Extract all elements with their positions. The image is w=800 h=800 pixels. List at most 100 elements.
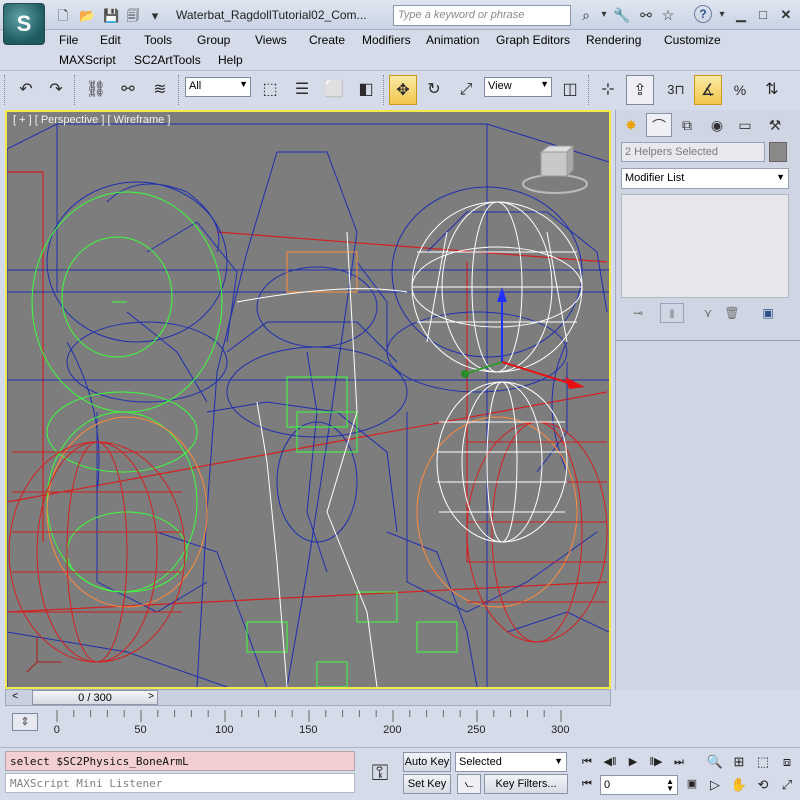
menu-create[interactable]: Create (307, 31, 347, 49)
modify-tab-icon[interactable]: ⌒ (646, 113, 672, 137)
previous-key-icon[interactable]: ◀‖ (600, 753, 620, 771)
keyboard-shortcut-override-icon[interactable]: ⇪ (626, 75, 654, 105)
configure-modifier-sets-icon[interactable]: ▣ (756, 303, 780, 323)
viewport-label[interactable]: [ + ] [ Perspective ] [ Wireframe ] (13, 114, 170, 126)
modifier-stack[interactable] (621, 194, 789, 298)
key-mode-select[interactable]: Selected ▼ (455, 752, 567, 772)
track-bar[interactable]: ⇕ 0 50 100 150 200 250 300 (0, 707, 611, 747)
current-frame-field[interactable]: 0 ▲ ▼ (600, 775, 678, 795)
help-dropdown-icon[interactable]: ▾ (712, 5, 732, 25)
hierarchy-tab-icon[interactable]: ⧉ (674, 113, 700, 137)
menu-edit[interactable]: Edit (98, 31, 123, 49)
search-dropdown-icon[interactable]: ▾ (594, 5, 614, 25)
menu-graph-editors[interactable]: Graph Editors (494, 31, 572, 49)
percent-snap-toggle-icon[interactable]: % (726, 75, 754, 105)
set-key-button[interactable]: Set Key (403, 774, 451, 794)
create-tab-icon[interactable]: ✸ (618, 113, 644, 137)
zoom-all-icon[interactable]: ⊞ (728, 752, 750, 772)
perspective-viewport[interactable]: [ + ] [ Perspective ] [ Wireframe ] (5, 110, 611, 689)
menu-file[interactable]: File (57, 31, 80, 49)
open-file-icon[interactable]: 📂 (78, 6, 96, 24)
menu-sc2arttools[interactable]: SC2ArtTools (132, 51, 203, 69)
select-object-icon[interactable]: ⬚ (256, 75, 284, 105)
reference-coordinate-select[interactable]: View ▼ (484, 77, 552, 97)
minimize-icon[interactable]: ▁ (731, 6, 751, 24)
select-and-scale-icon[interactable]: ⤢ (452, 75, 480, 105)
rectangular-selection-icon[interactable]: ⬜ (320, 75, 348, 105)
help-icon[interactable]: ? (694, 5, 712, 23)
object-name-field[interactable]: 2 Helpers Selected (621, 142, 765, 162)
select-and-manipulate-icon[interactable]: ⊹ (594, 75, 622, 105)
spinner-snap-toggle-icon[interactable]: ⇅ (758, 75, 786, 105)
remove-modifier-icon[interactable]: 🗑 (720, 303, 744, 323)
utilities-tab-icon[interactable]: ⚒ (762, 113, 788, 137)
zoom-icon[interactable]: 🔍 (704, 752, 726, 772)
application-menu-button[interactable]: S (3, 3, 45, 45)
toolbar-grip[interactable] (4, 75, 8, 105)
go-to-start-icon[interactable]: ⏮ (577, 753, 597, 771)
maximize-icon[interactable]: □ (753, 6, 773, 24)
object-color-swatch[interactable] (769, 142, 787, 162)
time-configuration-icon[interactable]: ▣ (682, 775, 702, 793)
communication-center-icon[interactable]: 🔧 (612, 5, 632, 25)
time-slider-thumb[interactable]: 0 / 300 (32, 690, 158, 705)
open-mini-curve-editor-icon[interactable]: ⇕ (12, 713, 38, 731)
bind-to-space-warp-icon[interactable]: ≋ (146, 75, 174, 105)
menu-tools[interactable]: Tools (142, 31, 174, 49)
maximize-viewport-toggle-icon[interactable]: ⤢ (776, 775, 798, 795)
menu-maxscript[interactable]: MAXScript (57, 51, 118, 69)
undo-icon[interactable]: ↶ (12, 75, 40, 105)
play-icon[interactable]: ▶ (623, 753, 643, 771)
menu-modifiers[interactable]: Modifiers (360, 31, 413, 49)
motion-tab-icon[interactable]: ◉ (704, 113, 730, 137)
menu-customize[interactable]: Customize (662, 31, 723, 49)
window-crossing-icon[interactable]: ◧ (352, 75, 380, 105)
maxscript-input-field[interactable]: select $SC2Physics_BoneArmL (5, 751, 355, 771)
go-to-end-icon[interactable]: ⏭ (669, 753, 689, 771)
set-keys-key-icon[interactable]: ⚿ (360, 753, 400, 793)
unlink-selection-icon[interactable]: ⚯ (114, 75, 142, 105)
next-frame-icon[interactable]: > (144, 690, 158, 705)
next-key-icon[interactable]: ‖▶ (646, 753, 666, 771)
project-folder-icon[interactable]: 🗐 (124, 6, 142, 24)
binoculars-search-icon[interactable]: ⌕ (576, 5, 596, 25)
field-of-view-icon[interactable]: ▷ (704, 775, 726, 795)
maxscript-listener-field[interactable]: MAXScript Mini Listener (5, 773, 355, 793)
previous-frame-icon[interactable]: < (8, 690, 22, 705)
select-by-name-icon[interactable]: ☰ (288, 75, 316, 105)
selection-filter-select[interactable]: All ▼ (185, 77, 251, 97)
key-filters-button[interactable]: Key Filters... (484, 774, 568, 794)
snaps-toggle-icon[interactable]: 3⊓ (662, 75, 690, 105)
viewcube-icon[interactable] (522, 144, 588, 194)
save-file-icon[interactable]: 💾 (102, 6, 120, 24)
make-unique-icon[interactable]: ⋎ (696, 303, 720, 323)
favorites-star-icon[interactable]: ☆ (658, 5, 678, 25)
quick-access-dropdown-icon[interactable]: ▾ (146, 6, 164, 24)
display-tab-icon[interactable]: ▭ (732, 113, 758, 137)
pan-view-icon[interactable]: ✋ (728, 775, 750, 795)
menu-rendering[interactable]: Rendering (584, 31, 643, 49)
auto-key-button[interactable]: Auto Key (403, 752, 451, 772)
key-mode-toggle-icon[interactable]: ⏮ (577, 775, 597, 793)
orbit-icon[interactable]: ⟲ (752, 775, 774, 795)
new-file-icon[interactable]: 🗋 (54, 6, 72, 24)
menu-group[interactable]: Group (195, 31, 232, 49)
menu-animation[interactable]: Animation (424, 31, 481, 49)
modifier-list-select[interactable]: Modifier List ▼ (621, 168, 789, 189)
frame-spinner-icon[interactable]: ▲ ▼ (666, 778, 674, 793)
pin-stack-icon[interactable]: ⊸ (626, 303, 650, 323)
select-and-move-icon[interactable]: ✥ (389, 75, 417, 105)
menu-help[interactable]: Help (216, 51, 245, 69)
search-input[interactable]: Type a keyword or phrase (393, 5, 571, 26)
default-in-out-tangents-icon[interactable]: ⦦ (457, 774, 481, 794)
zoom-extents-icon[interactable]: ⬚ (752, 752, 774, 772)
angle-snap-toggle-icon[interactable]: ∡ (694, 75, 722, 105)
help-link-icon[interactable]: ⚯ (636, 5, 656, 25)
select-and-rotate-icon[interactable]: ↻ (420, 75, 448, 105)
pivot-center-icon[interactable]: ◫ (556, 75, 584, 105)
select-and-link-icon[interactable]: ⛓ (82, 75, 110, 105)
zoom-extents-all-icon[interactable]: ⧈ (776, 752, 798, 772)
menu-views[interactable]: Views (253, 31, 289, 49)
show-end-result-icon[interactable]: ‖ (660, 303, 684, 323)
close-icon[interactable]: ✕ (776, 6, 796, 24)
